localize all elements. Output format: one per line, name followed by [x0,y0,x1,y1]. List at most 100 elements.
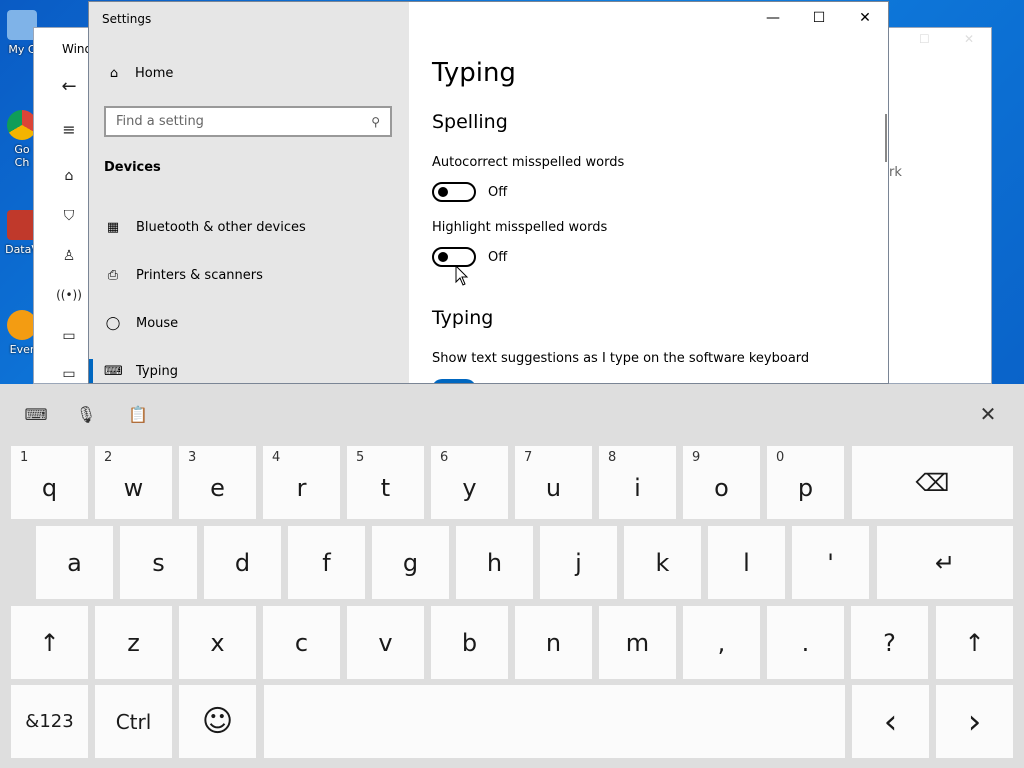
autocorrect-toggle[interactable] [432,182,476,202]
microphone-icon[interactable]: 🎙 [72,400,100,428]
key-h[interactable]: h [456,526,533,599]
toggle-knob [438,252,448,262]
laptop-icon[interactable]: ▭ [55,366,83,382]
left-arrow-key[interactable]: ‹ [852,685,929,758]
page-title: Typing [432,58,516,88]
bg-maximize-icon[interactable]: ☐ [919,32,930,46]
nav-item-printers[interactable]: ⎙ Printers & scanners [89,257,409,293]
key-letter: ' [827,548,834,577]
key-b[interactable]: b [431,606,508,679]
key-comma[interactable]: , [683,606,760,679]
key-u[interactable]: 7u [515,446,592,519]
key-r[interactable]: 4r [263,446,340,519]
antenna-icon[interactable]: ((•)) [55,288,83,302]
ctrl-key-label: Ctrl [115,709,152,734]
window-icon[interactable]: ▭ [55,328,83,344]
scrollbar[interactable] [885,114,887,162]
section-heading-typing: Typing [432,307,494,329]
key-number-hint: 9 [692,450,701,465]
key-s[interactable]: s [120,526,197,599]
key-letter: . [801,628,810,657]
person-icon[interactable]: ♙ [55,248,83,264]
settings-content: Typing Spelling Autocorrect misspelled w… [409,2,888,383]
shift-icon: ↑ [964,628,985,657]
highlight-label: Highlight misspelled words [432,220,608,235]
shift-key-right[interactable]: ↑ [936,606,1013,679]
key-v[interactable]: v [347,606,424,679]
close-keyboard-button[interactable]: ✕ [974,400,1002,428]
autocorrect-state: Off [488,184,508,200]
key-e[interactable]: 3e [179,446,256,519]
key-z[interactable]: z [95,606,172,679]
key-letter: i [634,473,641,502]
key-letter: a [67,548,82,577]
key-i[interactable]: 8i [599,446,676,519]
backspace-key[interactable]: ⌫ [852,446,1013,519]
close-icon: ✕ [979,402,997,426]
key-letter: d [234,548,251,577]
mouse-icon: ◯ [105,315,121,331]
autocorrect-toggle-row: Off [432,182,507,202]
key-g[interactable]: g [372,526,449,599]
nav-item-typing[interactable]: ⌨ Typing [89,353,409,383]
nav-item-label: Typing [136,363,178,379]
key-o[interactable]: 9o [683,446,760,519]
key-question[interactable]: ? [851,606,928,679]
window-title: Settings [102,12,152,26]
right-arrow-icon: › [967,701,982,742]
enter-key[interactable]: ↵ [877,526,1013,599]
key-f[interactable]: f [288,526,365,599]
emoji-key[interactable]: ☺ [179,685,256,758]
key-a[interactable]: a [36,526,113,599]
bluetooth-devices-icon: ▦ [106,219,120,235]
nav-home[interactable]: ⌂ Home [105,66,174,81]
key-w[interactable]: 2w [95,446,172,519]
key-p[interactable]: 0p [767,446,844,519]
autocorrect-label: Autocorrect misspelled words [432,155,625,170]
key-t[interactable]: 5t [347,446,424,519]
key-q[interactable]: 1q [11,446,88,519]
key-l[interactable]: l [708,526,785,599]
key-period[interactable]: . [767,606,844,679]
symbols-key[interactable]: &123 [11,685,88,758]
key-d[interactable]: d [204,526,281,599]
key-letter: n [545,628,562,657]
right-arrow-key[interactable]: › [936,685,1013,758]
key-apostrophe[interactable]: ' [792,526,869,599]
shift-key-left[interactable]: ↑ [11,606,88,679]
key-number-hint: 0 [776,450,785,465]
key-c[interactable]: c [263,606,340,679]
space-key[interactable] [264,685,845,758]
key-letter: x [210,628,225,657]
left-arrow-icon: ‹ [883,701,898,742]
highlight-state: Off [488,249,508,265]
key-x[interactable]: x [179,606,256,679]
key-y[interactable]: 6y [431,446,508,519]
key-letter: v [378,628,393,657]
bg-close-icon[interactable]: ✕ [964,32,974,46]
nav-item-label: Mouse [136,315,179,331]
key-letter: q [41,473,58,502]
section-heading-spelling: Spelling [432,111,508,133]
touch-keyboard: ⌨ 🎙 📋 ✕ ⌫ ↵ ↑ ↑ &123 Ctrl ☺ ‹ › 1q2w3e4r… [0,384,1024,768]
key-n[interactable]: n [515,606,592,679]
clipboard-icon[interactable]: 📋 [124,400,152,428]
shield-icon[interactable]: ⛉ [55,208,83,224]
key-number-hint: 8 [608,450,617,465]
home-icon[interactable]: ⌂ [55,168,83,184]
ctrl-key[interactable]: Ctrl [95,685,172,758]
back-arrow-icon[interactable]: ← [55,76,83,97]
nav-item-bluetooth[interactable]: ▦ Bluetooth & other devices [89,209,409,245]
key-letter: o [714,473,729,502]
key-letter: m [625,628,650,657]
key-letter: l [743,548,750,577]
key-k[interactable]: k [624,526,701,599]
hamburger-menu-icon[interactable]: ≡ [55,120,83,139]
highlight-toggle[interactable] [432,247,476,267]
key-m[interactable]: m [599,606,676,679]
nav-item-mouse[interactable]: ◯ Mouse [89,305,409,341]
search-input[interactable]: Find a setting ⚲ [104,106,392,137]
key-j[interactable]: j [540,526,617,599]
key-letter: y [462,473,477,502]
keyboard-settings-icon[interactable]: ⌨ [22,400,50,428]
